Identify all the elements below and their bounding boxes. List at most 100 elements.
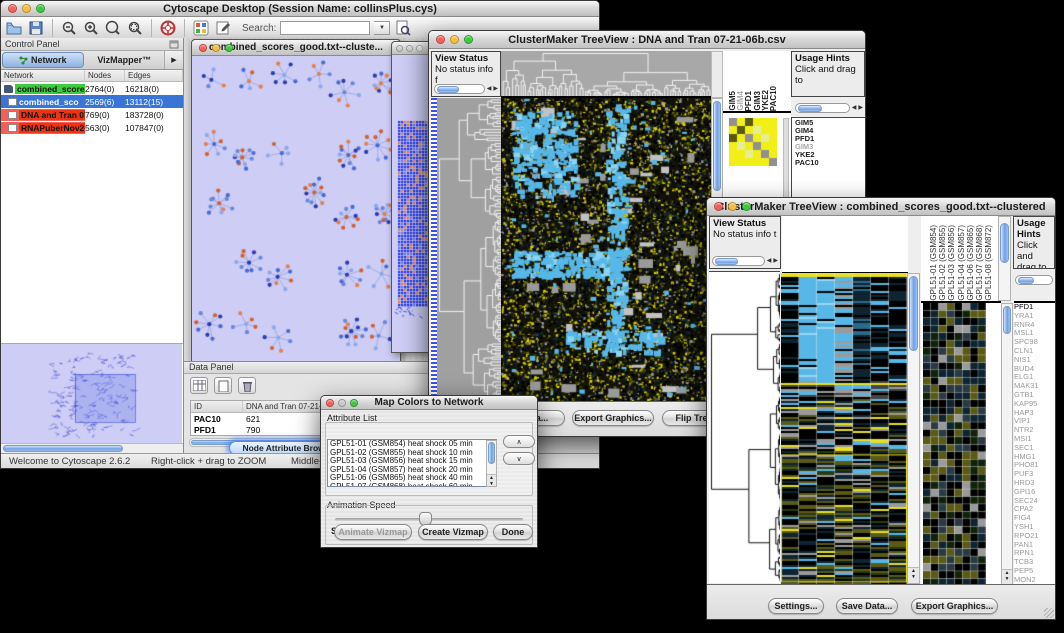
top-scroll-strip[interactable] bbox=[711, 51, 723, 98]
status-zoom-hint: Right-click + drag to ZOOM bbox=[151, 456, 266, 467]
column-label: PAC10 bbox=[769, 86, 777, 111]
main-titlebar[interactable]: Cytoscape Desktop (Session Name: collins… bbox=[1, 1, 599, 17]
minimize-icon[interactable] bbox=[450, 35, 459, 44]
network-table-rows: combined_scores 2764(0) 16218(0) combine… bbox=[1, 82, 183, 134]
network-row[interactable]: RNAPuberNov2+ 563(0) 107847(0) bbox=[1, 121, 183, 134]
main-window-title: Cytoscape Desktop (Session Name: collins… bbox=[1, 3, 599, 15]
open-session-icon[interactable] bbox=[5, 19, 23, 37]
close-icon[interactable] bbox=[326, 399, 334, 407]
animate-vizmap-button[interactable]: Animate Vizmap bbox=[334, 524, 412, 540]
heatmap-dna[interactable] bbox=[501, 98, 711, 403]
done-button[interactable]: Done bbox=[493, 524, 533, 540]
zoom-window-icon[interactable] bbox=[225, 44, 233, 52]
network-view-titlebar[interactable]: combined_scores_good.txt--cluste... bbox=[192, 40, 400, 56]
attribute-table-icon[interactable] bbox=[190, 377, 208, 394]
tab-vizmapper[interactable]: VizMapper™ bbox=[85, 51, 166, 69]
view-status-panel: View Status No status info f bbox=[431, 51, 501, 97]
export-graphics-button[interactable]: Export Graphics... bbox=[911, 598, 998, 614]
close-icon[interactable] bbox=[396, 45, 403, 52]
grid-window-titlebar[interactable] bbox=[392, 42, 430, 55]
minimize-icon[interactable] bbox=[406, 45, 413, 52]
close-icon[interactable] bbox=[8, 4, 17, 13]
control-panel: Control Panel Network VizMapper™ Network… bbox=[1, 38, 184, 453]
control-panel-hscrollbar[interactable] bbox=[1, 443, 183, 453]
heatmap-combined[interactable] bbox=[781, 273, 907, 584]
zoom-slider[interactable] bbox=[712, 256, 778, 266]
column-dendrogram-area bbox=[782, 216, 908, 273]
save-data-button[interactable]: Save Data... bbox=[836, 598, 898, 614]
column-labels-scrollbar[interactable] bbox=[998, 216, 1011, 301]
minimize-icon[interactable] bbox=[728, 202, 737, 211]
zoom-region-icon[interactable] bbox=[126, 19, 144, 37]
map-colors-dialog: Map Colors to Network Attribute List GPL… bbox=[320, 395, 538, 548]
network-row[interactable]: combined_scores 2764(0) 16218(0) bbox=[1, 82, 183, 95]
zoom-window-icon[interactable] bbox=[350, 399, 358, 407]
zoom-heatmap-scrollbar[interactable] bbox=[1001, 303, 1013, 586]
zoom-window-icon[interactable] bbox=[416, 45, 423, 52]
tab-network[interactable]: Network bbox=[2, 52, 84, 68]
treeview-combined-titlebar[interactable]: ClusterMaker TreeView : combined_scores_… bbox=[707, 198, 1055, 216]
usage-zoom-slider[interactable] bbox=[795, 103, 863, 113]
zoom-window-icon[interactable] bbox=[36, 4, 45, 13]
help-lifesaver-icon[interactable] bbox=[159, 19, 177, 37]
minimize-icon[interactable] bbox=[212, 44, 220, 52]
similarity-minimap[interactable] bbox=[729, 118, 777, 166]
row-dendrogram[interactable] bbox=[437, 98, 501, 403]
search-dropdown-icon[interactable]: ▼ bbox=[374, 21, 390, 35]
usage-zoom-slider[interactable] bbox=[1015, 275, 1053, 285]
window-controls[interactable] bbox=[8, 4, 45, 13]
close-icon[interactable] bbox=[199, 44, 207, 52]
zoom-window-icon[interactable] bbox=[742, 202, 751, 211]
dialog-titlebar[interactable]: Map Colors to Network bbox=[321, 396, 537, 410]
column-dendrogram[interactable] bbox=[501, 51, 711, 98]
minimize-icon[interactable] bbox=[22, 4, 31, 13]
minimize-icon[interactable] bbox=[338, 399, 346, 407]
network-row[interactable]: combined_sco 2569(6) 13112(15) bbox=[1, 95, 183, 108]
zoom-window-icon[interactable] bbox=[464, 35, 473, 44]
zoom-slider[interactable] bbox=[434, 84, 498, 94]
settings-button[interactable]: Settings... bbox=[768, 598, 824, 614]
new-attribute-icon[interactable] bbox=[214, 377, 232, 394]
vizmap-icon[interactable] bbox=[192, 19, 210, 37]
network-canvas[interactable] bbox=[192, 56, 400, 361]
column-label: GIM5 bbox=[728, 91, 736, 111]
attribute-list[interactable]: GPL51-01 (GSM854) heat shock 05 minGPL51… bbox=[327, 439, 497, 487]
treeview-dna-titlebar[interactable]: ClusterMaker TreeView : DNA and Tran 07-… bbox=[429, 31, 865, 49]
treeview-combined-buttonbar: Settings... Save Data... Export Graphics… bbox=[707, 584, 1055, 619]
move-up-button[interactable]: ∧ bbox=[503, 435, 535, 448]
search-input[interactable] bbox=[280, 21, 370, 35]
resize-grip[interactable] bbox=[1044, 608, 1054, 618]
network-row[interactable]: DNA and Tran 07 769(0) 183728(0) bbox=[1, 108, 183, 121]
close-icon[interactable] bbox=[714, 202, 723, 211]
float-panel-icon[interactable] bbox=[169, 40, 179, 49]
network-type-icon bbox=[8, 98, 17, 106]
desktop: Cytoscape Desktop (Session Name: collins… bbox=[0, 0, 1064, 633]
column-label: YKE2 bbox=[761, 90, 769, 111]
move-down-button[interactable]: ∨ bbox=[503, 452, 535, 465]
column-label: GPL51-08 (GSM872) bbox=[984, 225, 993, 301]
birdseye-view[interactable] bbox=[1, 343, 183, 443]
zoom-heatmap[interactable] bbox=[923, 303, 986, 586]
annotation-icon[interactable] bbox=[214, 19, 232, 37]
attribute-item[interactable]: GPL51-07 (GSM868) heat shock 60 min bbox=[328, 483, 496, 488]
save-session-icon[interactable] bbox=[27, 19, 45, 37]
export-graphics-button[interactable]: Export Graphics... bbox=[572, 410, 654, 426]
zoom-out-icon[interactable] bbox=[60, 19, 78, 37]
network-type-icon bbox=[8, 111, 17, 119]
attribute-list-scrollbar[interactable] bbox=[486, 440, 497, 487]
zoom-in-icon[interactable] bbox=[82, 19, 100, 37]
column-label: GPL51-06 (GSM865) bbox=[966, 225, 975, 301]
treeview-combined-window: ClusterMaker TreeView : combined_scores_… bbox=[706, 197, 1056, 620]
heatmap-vscrollbar[interactable] bbox=[907, 273, 920, 584]
delete-attribute-icon[interactable] bbox=[238, 377, 256, 394]
column-label: GPL51-01 (GSM854) bbox=[929, 225, 938, 301]
grid-network-canvas[interactable] bbox=[392, 55, 430, 352]
column-label: GPL51-03 (GSM856) bbox=[947, 225, 956, 301]
more-tabs-icon[interactable] bbox=[165, 51, 183, 69]
close-icon[interactable] bbox=[436, 35, 445, 44]
create-vizmap-button[interactable]: Create Vizmap bbox=[418, 524, 488, 540]
row-dendrogram[interactable] bbox=[709, 271, 780, 583]
filter-icon[interactable] bbox=[394, 19, 412, 37]
zoom-fit-icon[interactable] bbox=[104, 19, 122, 37]
control-panel-title: Control Panel bbox=[5, 39, 60, 49]
